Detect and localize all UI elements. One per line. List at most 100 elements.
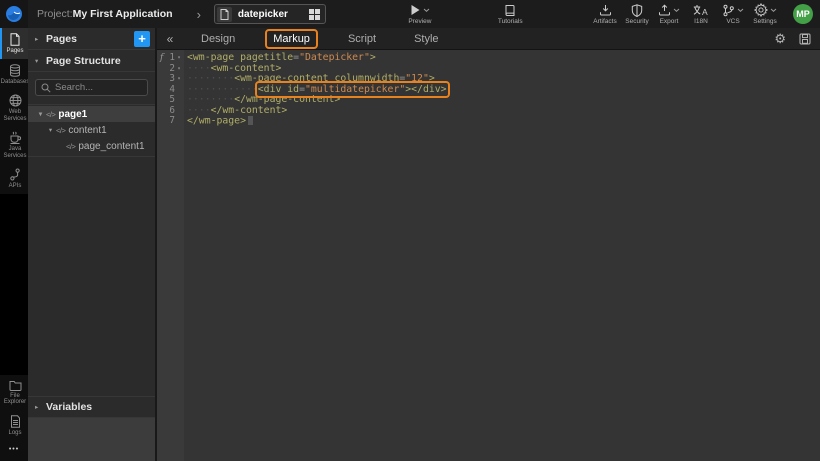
- tree-node-page1[interactable]: ▾ </> page1: [28, 106, 155, 122]
- artifacts-button[interactable]: Artifacts: [593, 3, 617, 25]
- rail-item-file-explorer[interactable]: File Explorer: [0, 375, 28, 410]
- collapse-icon[interactable]: ▾: [36, 110, 45, 118]
- widget-tree: ▾ </> page1 ▾ </> content1 </> page_cont…: [28, 105, 155, 157]
- open-page-tab-label: datepicker: [238, 9, 303, 20]
- collapse-panel-icon[interactable]: «: [157, 32, 183, 46]
- code-line[interactable]: ········<wm-page-content columnwidth="12…: [187, 74, 820, 85]
- fold-icon[interactable]: ▾: [175, 74, 183, 85]
- fold-icon[interactable]: ▾: [175, 64, 183, 75]
- widget-markup-icon: </>: [56, 126, 65, 135]
- rail-item-label: APIs: [9, 183, 22, 190]
- annotation-highlight: <div id="multidatepicker"></div>: [258, 84, 447, 95]
- settings-button[interactable]: Settings: [753, 3, 777, 25]
- rail-item-databases[interactable]: Databases: [0, 59, 28, 90]
- search-box[interactable]: [35, 79, 148, 96]
- code-line[interactable]: ········</wm-page-content>: [187, 95, 820, 106]
- preview-button[interactable]: Preview: [408, 3, 432, 25]
- vcs-label: VCS: [726, 18, 739, 25]
- search-input[interactable]: [55, 82, 142, 93]
- plug-icon: [9, 168, 21, 181]
- rail-item-label: Java Services: [2, 146, 28, 159]
- gear-icon: [754, 3, 768, 17]
- wavemaker-logo-icon: [5, 5, 23, 23]
- editor-area: « Design Markup Script Style ⚙ f 1 ▾ 2 ▾ 3 …: [157, 28, 820, 461]
- vcs-button[interactable]: VCS: [721, 3, 745, 25]
- fold-icon[interactable]: ▾: [175, 53, 183, 64]
- rail-item-apis[interactable]: APIs: [0, 163, 28, 194]
- tab-design[interactable]: Design: [195, 31, 241, 47]
- code-line[interactable]: <wm-page pagetitle="Datepicker">: [187, 53, 820, 64]
- tutorials-button[interactable]: Tutorials: [498, 3, 523, 25]
- wavemaker-logo[interactable]: [0, 0, 28, 28]
- page-icon: [9, 33, 21, 46]
- variables-section-title: Variables: [46, 401, 92, 413]
- rail-item-label: Web Services: [2, 109, 28, 122]
- editor-code[interactable]: <wm-page pagetitle="Datepicker">····<wm-…: [184, 50, 820, 461]
- shield-icon: [631, 4, 643, 17]
- collapse-icon[interactable]: ▾: [46, 126, 55, 134]
- expand-icon[interactable]: ▸: [35, 403, 46, 411]
- panel-footer-space: [28, 418, 155, 461]
- widget-markup-icon: </>: [46, 110, 55, 119]
- pages-panel: ▸ Pages + ▾ Page Structure ▾ </> page1 ▾: [28, 28, 157, 461]
- user-avatar[interactable]: MP: [793, 4, 813, 24]
- search-area: [28, 72, 155, 105]
- code-line[interactable]: </wm-page>: [187, 116, 820, 127]
- code-line[interactable]: ····</wm-content>: [187, 106, 820, 117]
- i18n-button[interactable]: A I18N: [689, 3, 713, 25]
- rail-item-pages[interactable]: Pages: [0, 28, 28, 59]
- folder-icon: [9, 380, 22, 391]
- preview-label: Preview: [408, 18, 431, 25]
- tree-node-label: content1: [68, 125, 106, 136]
- settings-label: Settings: [753, 18, 777, 25]
- cursor: [248, 116, 253, 125]
- tab-style[interactable]: Style: [408, 31, 444, 47]
- chevron-down-icon: [423, 8, 430, 13]
- security-button[interactable]: Security: [625, 3, 649, 25]
- rail-item-java-services[interactable]: Java Services: [0, 126, 28, 163]
- tree-node-content1[interactable]: ▾ </> content1: [28, 122, 155, 138]
- grid-icon[interactable]: [309, 9, 320, 20]
- markup-code-editor[interactable]: f 1 ▾ 2 ▾ 3 ▾ 4 5 6 7 <wm-page pagetitle…: [157, 50, 820, 461]
- more-options-icon[interactable]: •••: [0, 440, 28, 461]
- editor-tab-actions: ⚙: [774, 32, 820, 45]
- download-icon: [599, 4, 612, 16]
- open-page-tab[interactable]: datepicker: [214, 4, 326, 24]
- tutorials-label: Tutorials: [498, 18, 523, 25]
- editor-gutter: f 1 ▾ 2 ▾ 3 ▾ 4 5 6 7: [157, 50, 184, 461]
- tab-script[interactable]: Script: [342, 31, 382, 47]
- wavemaker-studio: Project:My First Application › datepicke…: [0, 0, 820, 461]
- line-number: 7: [163, 116, 175, 127]
- svg-text:A: A: [702, 7, 708, 16]
- rail-item-label: Logs: [8, 430, 21, 437]
- database-icon: [9, 64, 21, 77]
- tab-markup[interactable]: Markup: [267, 31, 316, 47]
- save-icon[interactable]: [799, 33, 811, 45]
- tree-node-page_content1[interactable]: </> page_content1: [28, 138, 155, 154]
- line-number: 3: [163, 74, 175, 85]
- export-button[interactable]: Export: [657, 3, 681, 25]
- expand-icon[interactable]: ▸: [35, 35, 46, 43]
- topbar-right-actions: Artifacts Security Export A I18N VCS Set…: [593, 3, 820, 25]
- gutter-line: 5: [157, 95, 184, 106]
- add-page-button[interactable]: +: [134, 31, 150, 47]
- collapse-icon[interactable]: ▾: [35, 57, 46, 65]
- project-label: Project:: [37, 8, 73, 20]
- gutter-line: 7: [157, 116, 184, 127]
- pages-section-header[interactable]: ▸ Pages +: [28, 28, 155, 50]
- search-icon: [41, 83, 51, 93]
- export-label: Export: [660, 18, 679, 25]
- variables-section-header[interactable]: ▸ Variables: [28, 396, 155, 418]
- markup-settings-gear-icon[interactable]: ⚙: [774, 32, 786, 45]
- rail-item-web-services[interactable]: Web Services: [0, 89, 28, 126]
- breadcrumb-chevron-icon: ›: [197, 7, 201, 22]
- rail-item-label: Pages: [6, 48, 23, 55]
- rail-bottom-items: File Explorer Logs: [0, 375, 28, 441]
- project-breadcrumb: Project:My First Application: [37, 8, 173, 20]
- editor-tabs: Design Markup Script Style: [195, 31, 471, 47]
- page-structure-header[interactable]: ▾ Page Structure: [28, 50, 155, 72]
- artifacts-label: Artifacts: [593, 18, 616, 25]
- rail-item-logs[interactable]: Logs: [0, 410, 28, 441]
- pages-section-title: Pages: [46, 33, 77, 45]
- page-file-icon: [217, 7, 232, 22]
